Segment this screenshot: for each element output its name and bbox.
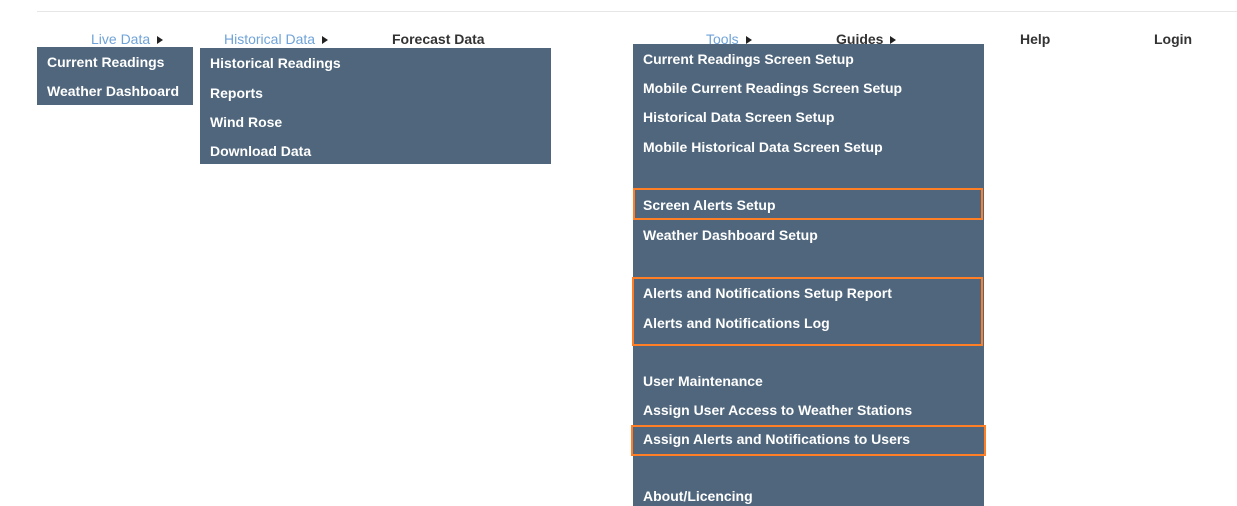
nav-login[interactable]: Login <box>1154 31 1192 47</box>
nav-historical-data-label: Historical Data <box>224 31 316 47</box>
menu-item-assign-user-access[interactable]: Assign User Access to Weather Stations <box>643 402 912 418</box>
menu-item-current-readings-screen-setup[interactable]: Current Readings Screen Setup <box>643 51 854 67</box>
menu-item-mobile-current-readings-screen-setup[interactable]: Mobile Current Readings Screen Setup <box>643 80 902 96</box>
caret-right-icon <box>890 36 897 44</box>
nav-login-label: Login <box>1154 31 1193 47</box>
menu-item-about-licencing[interactable]: About/Licencing <box>643 488 753 504</box>
nav-forecast-data-label: Forecast Data <box>392 31 485 47</box>
nav-help[interactable]: Help <box>1020 31 1050 47</box>
caret-right-icon <box>157 36 164 44</box>
nav-live-data-label: Live Data <box>91 31 151 47</box>
menu-item-download-data[interactable]: Download Data <box>210 143 311 159</box>
top-divider <box>37 11 1237 12</box>
menu-item-alerts-notifications-log[interactable]: Alerts and Notifications Log <box>643 315 830 331</box>
menu-item-historical-readings[interactable]: Historical Readings <box>210 55 341 71</box>
menu-item-screen-alerts-setup[interactable]: Screen Alerts Setup <box>643 197 776 213</box>
caret-right-icon <box>322 36 329 44</box>
live-data-menu: Current Readings Weather Dashboard <box>37 47 193 105</box>
nav-forecast-data[interactable]: Forecast Data <box>392 31 485 47</box>
menu-item-current-readings[interactable]: Current Readings <box>47 54 164 70</box>
menu-item-weather-dashboard-setup[interactable]: Weather Dashboard Setup <box>643 227 818 243</box>
menu-item-mobile-historical-data-screen-setup[interactable]: Mobile Historical Data Screen Setup <box>643 139 883 155</box>
caret-right-icon <box>745 36 752 44</box>
menu-item-alerts-notifications-setup-report[interactable]: Alerts and Notifications Setup Report <box>643 285 892 301</box>
menu-item-historical-data-screen-setup[interactable]: Historical Data Screen Setup <box>643 109 834 125</box>
menu-item-wind-rose[interactable]: Wind Rose <box>210 114 282 130</box>
tools-menu: Current Readings Screen Setup Mobile Cur… <box>633 44 984 506</box>
nav-help-label: Help <box>1020 31 1051 47</box>
nav-historical-data[interactable]: Historical Data <box>224 31 329 47</box>
nav-live-data[interactable]: Live Data <box>91 31 164 47</box>
menu-item-assign-alerts-notifications[interactable]: Assign Alerts and Notifications to Users <box>643 431 910 447</box>
menu-item-weather-dashboard[interactable]: Weather Dashboard <box>47 83 179 99</box>
menu-item-user-maintenance[interactable]: User Maintenance <box>643 373 763 389</box>
menu-item-reports[interactable]: Reports <box>210 85 263 101</box>
historical-data-menu: Historical Readings Reports Wind Rose Do… <box>200 48 551 164</box>
